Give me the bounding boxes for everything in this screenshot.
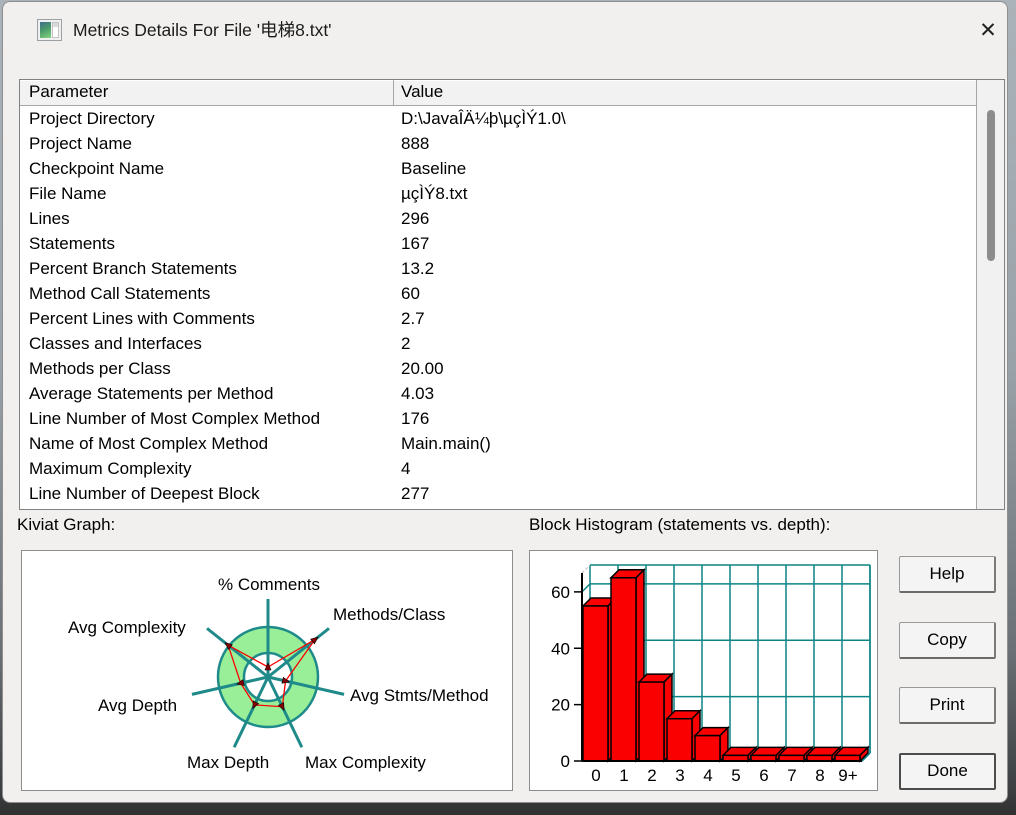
histogram-xtick-label: 0 (591, 766, 600, 785)
value-cell: D:\JavaÎÄ¼þ\µçÌÝ1.0\ (401, 109, 566, 128)
value-cell: 13.2 (401, 259, 435, 278)
value-cell: 20.00 (401, 359, 444, 378)
param-cell: File Name (29, 184, 107, 203)
histogram-xtick-label: 1 (619, 766, 628, 785)
column-header-parameter[interactable]: Parameter (20, 80, 394, 105)
param-cell: Line Number of Most Complex Method (29, 409, 321, 428)
table-row[interactable]: Percent Lines with Comments 2.7 (20, 306, 977, 331)
kiviat-axis-label: Avg Complexity (68, 618, 186, 637)
param-cell: Checkpoint Name (29, 159, 165, 178)
value-cell: 2 (401, 334, 411, 353)
table-row[interactable]: Line Number of Most Complex Method 176 (20, 406, 977, 431)
kiviat-axis-label: Max Complexity (305, 753, 426, 772)
value-cell: 167 (401, 234, 430, 253)
param-cell: Maximum Complexity (29, 459, 192, 478)
table-row[interactable]: Methods per Class 20.00 (20, 356, 977, 381)
button-stack: Help Copy Print Done (899, 556, 996, 790)
value-cell: 296 (401, 209, 430, 228)
table-row[interactable]: Lines 296 (20, 206, 977, 231)
kiviat-graph-panel: % Comments Methods/Class Avg Stmts/Method M… (21, 550, 513, 791)
histogram-chart: 02040600 1 2 3 4 5 6 7 8 9+ (551, 564, 871, 785)
table-row[interactable]: Name of Most Complex Method Main.main() (20, 431, 977, 456)
histogram-ytick-label: 60 (551, 583, 570, 602)
histogram-ytick-label: 40 (551, 639, 570, 658)
table-row[interactable]: Project Name 888 (20, 131, 977, 156)
histogram-xtick-label: 9+ (838, 766, 857, 785)
param-cell: Average Statements per Method (29, 384, 274, 403)
value-cell: 176 (401, 409, 430, 428)
value-cell: Baseline (401, 159, 467, 178)
value-cell: 2.7 (401, 309, 425, 328)
histogram-xtick-label: 2 (647, 766, 656, 785)
table-row[interactable]: Classes and Interfaces 2 (20, 331, 977, 356)
copy-button[interactable]: Copy (899, 621, 996, 659)
table-row[interactable]: Checkpoint Name Baseline (20, 156, 977, 181)
kiviat-graph-label: Kiviat Graph: (17, 515, 116, 534)
table-row[interactable]: Project Directory D:\JavaÎÄ¼þ\µçÌÝ1.0\ (20, 106, 977, 131)
value-cell: 4.03 (401, 384, 435, 403)
table-row[interactable]: Line Number of Deepest Block 277 (20, 481, 977, 506)
histogram-xtick-label: 4 (703, 766, 712, 785)
column-header-value[interactable]: Value (394, 80, 977, 105)
param-cell: Name of Most Complex Method (29, 434, 269, 453)
scrollbar-thumb[interactable] (987, 110, 995, 261)
table-body: Project Directory D:\JavaÎÄ¼þ\µçÌÝ1.0\ Pro… (20, 106, 977, 509)
param-cell: Line Number of Deepest Block (29, 484, 260, 503)
table-row[interactable]: Average Statements per Method 4.03 (20, 381, 977, 406)
block-histogram-label: Block Histogram (statements vs. depth): (529, 515, 831, 534)
histogram-xtick-label: 7 (787, 766, 796, 785)
histogram-xtick-label: 3 (675, 766, 684, 785)
vertical-scrollbar[interactable] (976, 80, 1004, 509)
param-cell: Project Name (29, 134, 132, 153)
param-cell: Classes and Interfaces (29, 334, 202, 353)
help-button[interactable]: Help (899, 556, 996, 593)
metrics-details-dialog: Metrics Details For File '电梯8.txt' ✕ Par… (2, 1, 1008, 803)
metrics-table: Parameter Value Project Directory D:\Java… (19, 79, 1005, 510)
done-button[interactable]: Done (899, 752, 996, 790)
param-cell: Lines (29, 209, 70, 228)
kiviat-axis-label: Avg Depth (98, 696, 177, 715)
app-icon-screen (40, 22, 51, 38)
app-icon (37, 19, 62, 41)
table-row[interactable]: Statements 167 (20, 231, 977, 256)
kiviat-axis-label: Max Depth (187, 753, 269, 772)
table-row[interactable]: Maximum Complexity 4 (20, 456, 977, 481)
param-cell: Percent Lines with Comments (29, 309, 255, 328)
table-row[interactable]: Percent Branch Statements 13.2 (20, 256, 977, 281)
value-cell: 888 (401, 134, 430, 153)
table-row[interactable]: Method Call Statements 60 (20, 281, 977, 306)
param-cell: Statements (29, 234, 115, 253)
param-cell: Percent Branch Statements (29, 259, 237, 278)
value-cell: 277 (401, 484, 430, 503)
table-header: Parameter Value (20, 80, 977, 106)
value-cell: µçÌÝ8.txt (401, 184, 468, 203)
histogram-xtick-label: 8 (815, 766, 824, 785)
print-button[interactable]: Print (899, 687, 996, 725)
block-histogram-panel: 0 20 40 60 0 1 2 3 4 5 6 7 8 9+ (529, 550, 878, 791)
kiviat-axis-label: Methods/Class (333, 605, 445, 624)
param-cell: Project Directory (29, 109, 155, 128)
close-button[interactable]: ✕ (969, 12, 1007, 48)
titlebar: Metrics Details For File '电梯8.txt' ✕ (3, 2, 1007, 58)
value-cell: 60 (401, 284, 420, 303)
kiviat-chart: % Comments Methods/Class Avg Stmts/Method M… (68, 575, 489, 772)
histogram-xtick-label: 5 (731, 766, 740, 785)
histogram-xtick-label: 6 (759, 766, 768, 785)
param-cell: Methods per Class (29, 359, 171, 378)
histogram-ytick-label: 20 (551, 696, 570, 715)
param-cell: Method Call Statements (29, 284, 211, 303)
value-cell: 4 (401, 459, 411, 478)
kiviat-axis-label: Avg Stmts/Method (350, 686, 489, 705)
histogram-ytick-label: 0 (561, 752, 570, 771)
kiviat-axis-label: % Comments (218, 575, 320, 594)
window-title: Metrics Details For File '电梯8.txt' (73, 20, 332, 40)
table-row[interactable]: File Name µçÌÝ8.txt (20, 181, 977, 206)
value-cell: Main.main() (401, 434, 491, 453)
app-icon-sidebar (52, 22, 59, 38)
